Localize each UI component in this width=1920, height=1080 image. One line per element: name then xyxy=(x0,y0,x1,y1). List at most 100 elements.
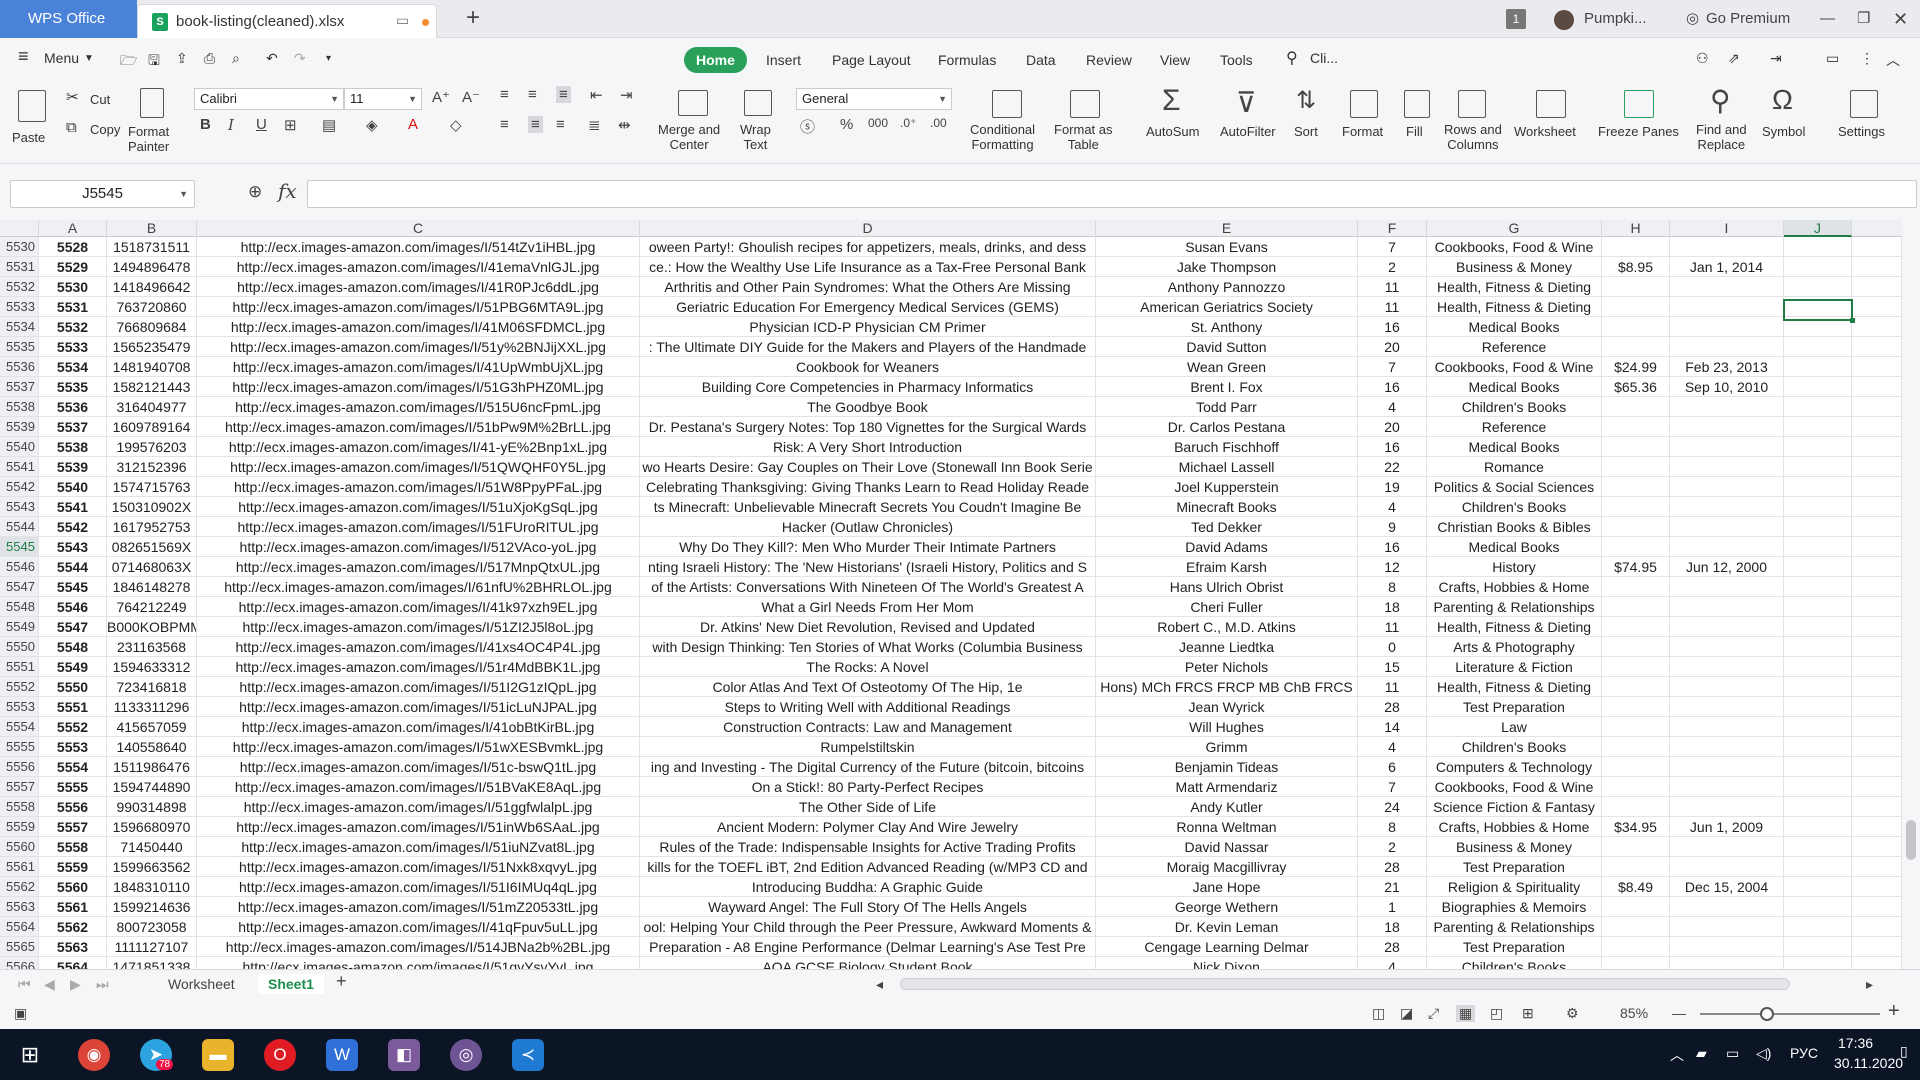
column-header-h[interactable]: H xyxy=(1602,220,1670,237)
cell-i[interactable] xyxy=(1670,657,1784,677)
cell-h[interactable] xyxy=(1602,957,1670,969)
cell-d[interactable]: nting Israeli History: The 'New Historia… xyxy=(640,557,1096,577)
cell-b[interactable]: 1594744890 xyxy=(107,777,197,797)
new-tab-button[interactable]: + xyxy=(466,4,480,32)
vertical-scrollbar[interactable] xyxy=(1902,220,1920,969)
formula-input[interactable] xyxy=(307,180,1917,208)
cell-b[interactable]: 312152396 xyxy=(107,457,197,477)
cell-d[interactable]: Construction Contracts: Law and Manageme… xyxy=(640,717,1096,737)
cell-g[interactable]: Business & Money xyxy=(1427,837,1602,857)
cell-d[interactable]: Geriatric Education For Emergency Medica… xyxy=(640,297,1096,317)
decrease-font-icon[interactable]: A⁻ xyxy=(462,88,480,106)
conditional-formatting-icon[interactable] xyxy=(992,90,1022,118)
font-size-select[interactable]: 11 ▼ xyxy=(344,88,422,110)
cell-e[interactable]: Minecraft Books xyxy=(1096,497,1358,517)
cell-k[interactable] xyxy=(1852,777,1902,797)
cell-k[interactable] xyxy=(1852,257,1902,277)
cell-j[interactable] xyxy=(1784,737,1852,757)
cell-j[interactable] xyxy=(1784,877,1852,897)
macro-icon[interactable]: ▣ xyxy=(14,1005,27,1022)
row-header[interactable]: 5545 xyxy=(0,537,39,557)
cell-k[interactable] xyxy=(1852,417,1902,437)
cell-a[interactable]: 5560 xyxy=(39,877,107,897)
cell-k[interactable] xyxy=(1852,857,1902,877)
increase-indent-icon[interactable]: ⇥ xyxy=(620,86,633,104)
cell-c[interactable]: http://ecx.images-amazon.com/images/I/51… xyxy=(197,497,640,517)
cell-k[interactable] xyxy=(1852,477,1902,497)
add-sheet-icon[interactable]: + xyxy=(326,971,357,991)
cell-e[interactable]: Baruch Fischhoff xyxy=(1096,437,1358,457)
cell-k[interactable] xyxy=(1852,397,1902,417)
cell-k[interactable] xyxy=(1852,797,1902,817)
search-icon[interactable]: ⚲ xyxy=(1286,48,1298,68)
cell-a[interactable]: 5558 xyxy=(39,837,107,857)
cell-a[interactable]: 5552 xyxy=(39,717,107,737)
cell-i[interactable]: Dec 15, 2004 xyxy=(1670,877,1784,897)
cell-d[interactable]: Arthritis and Other Pain Syndromes: What… xyxy=(640,277,1096,297)
cell-e[interactable]: Jake Thompson xyxy=(1096,257,1358,277)
cell-f[interactable]: 14 xyxy=(1358,717,1427,737)
cell-h[interactable] xyxy=(1602,297,1670,317)
cell-a[interactable]: 5546 xyxy=(39,597,107,617)
cell-d[interactable]: Preparation - A8 Engine Performance (Del… xyxy=(640,937,1096,957)
cell-i[interactable] xyxy=(1670,297,1784,317)
cell-d[interactable]: kills for the TOEFL iBT, 2nd Edition Adv… xyxy=(640,857,1096,877)
cell-d[interactable]: AQA GCSE Biology Student Book xyxy=(640,957,1096,969)
cell-k[interactable] xyxy=(1852,277,1902,297)
cell-k[interactable] xyxy=(1852,957,1902,969)
cell-i[interactable] xyxy=(1670,797,1784,817)
cell-c[interactable]: http://ecx.images-amazon.com/images/I/51… xyxy=(197,557,640,577)
cell-j[interactable] xyxy=(1784,857,1852,877)
cell-c[interactable]: http://ecx.images-amazon.com/images/I/41… xyxy=(197,717,640,737)
cell-f[interactable]: 28 xyxy=(1358,857,1427,877)
cell-j[interactable] xyxy=(1784,557,1852,577)
cell-g[interactable]: Science Fiction & Fantasy xyxy=(1427,797,1602,817)
cell-g[interactable]: Test Preparation xyxy=(1427,697,1602,717)
cell-f[interactable]: 4 xyxy=(1358,957,1427,969)
protect-icon[interactable]: ◫ xyxy=(1372,1005,1385,1022)
cell-g[interactable]: Computers & Technology xyxy=(1427,757,1602,777)
cell-d[interactable]: of the Artists: Conversations With Ninet… xyxy=(640,577,1096,597)
cell-b[interactable]: 082651569X xyxy=(107,537,197,557)
cell-e[interactable]: Moraig Macgillivray xyxy=(1096,857,1358,877)
horizontal-scrollbar[interactable] xyxy=(900,978,1790,990)
cell-e[interactable]: George Wethern xyxy=(1096,897,1358,917)
cell-j[interactable] xyxy=(1784,337,1852,357)
cell-g[interactable]: Health, Fitness & Dieting xyxy=(1427,617,1602,637)
cell-d[interactable]: The Other Side of Life xyxy=(640,797,1096,817)
cell-i[interactable] xyxy=(1670,517,1784,537)
tab-page-layout[interactable]: Page Layout xyxy=(832,47,911,73)
close-icon[interactable]: ✕ xyxy=(1893,0,1908,38)
cell-f[interactable]: 18 xyxy=(1358,597,1427,617)
vscode-icon[interactable]: ≺ xyxy=(512,1039,544,1071)
cell-f[interactable]: 7 xyxy=(1358,357,1427,377)
cell-f[interactable]: 8 xyxy=(1358,817,1427,837)
cell-i[interactable] xyxy=(1670,777,1784,797)
cell-k[interactable] xyxy=(1852,597,1902,617)
cell-c[interactable]: http://ecx.images-amazon.com/images/I/51… xyxy=(197,417,640,437)
cell-f[interactable]: 16 xyxy=(1358,537,1427,557)
row-header[interactable]: 5562 xyxy=(0,877,39,897)
cell-e[interactable]: Brent I. Fox xyxy=(1096,377,1358,397)
fill-icon[interactable] xyxy=(1404,90,1430,118)
cell-g[interactable]: Children's Books xyxy=(1427,737,1602,757)
cell-e[interactable]: Wean Green xyxy=(1096,357,1358,377)
cell-j[interactable] xyxy=(1784,957,1852,969)
document-tab[interactable]: S book-listing(cleaned).xlsx ▭ xyxy=(137,4,437,38)
cell-d[interactable]: oween Party!: Ghoulish recipes for appet… xyxy=(640,237,1096,257)
row-header[interactable]: 5536 xyxy=(0,357,39,377)
cell-b[interactable]: 1617952753 xyxy=(107,517,197,537)
justify-icon[interactable]: ≣ xyxy=(588,116,601,134)
cell-f[interactable]: 2 xyxy=(1358,257,1427,277)
redo-icon[interactable]: ↷ xyxy=(294,50,306,67)
cell-a[interactable]: 5544 xyxy=(39,557,107,577)
autofilter-button[interactable]: AutoFilter xyxy=(1220,124,1276,139)
align-bottom-icon[interactable]: ≡ xyxy=(556,86,571,103)
cell-a[interactable]: 5529 xyxy=(39,257,107,277)
cell-a[interactable]: 5531 xyxy=(39,297,107,317)
cell-c[interactable]: http://ecx.images-amazon.com/images/I/51… xyxy=(197,397,640,417)
cell-h[interactable] xyxy=(1602,737,1670,757)
cell-i[interactable] xyxy=(1670,237,1784,257)
cell-h[interactable] xyxy=(1602,617,1670,637)
cell-f[interactable]: 18 xyxy=(1358,917,1427,937)
